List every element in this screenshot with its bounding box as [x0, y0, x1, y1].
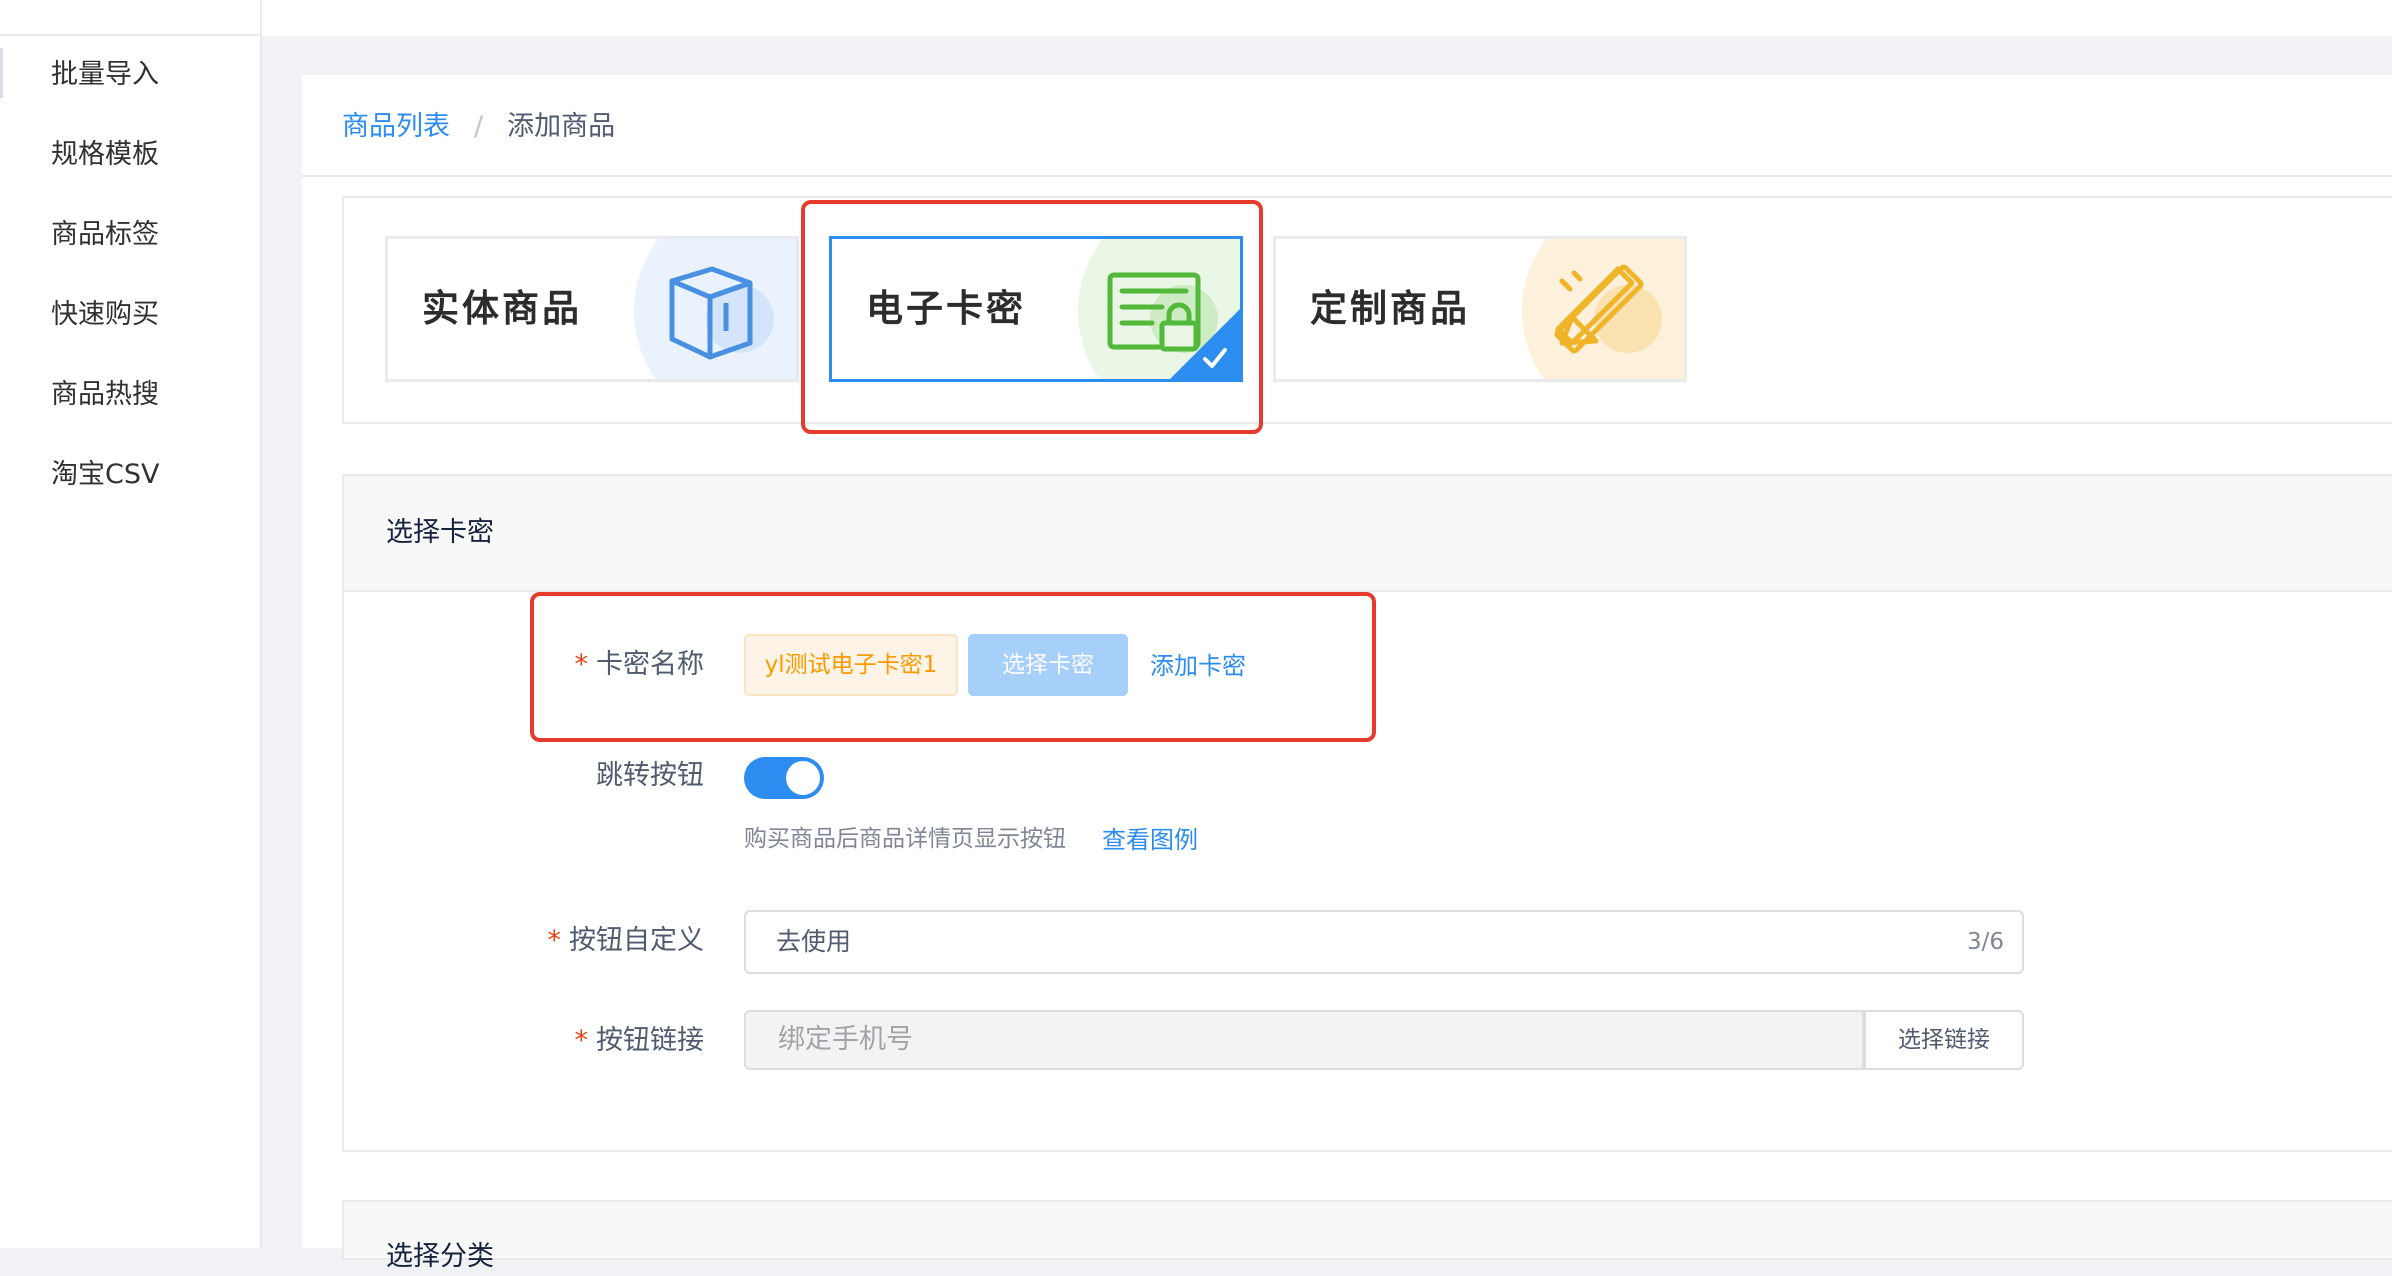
product-type-custom[interactable]: 定制商品 [1273, 236, 1687, 382]
annotation-highlight-ecard [801, 200, 1263, 434]
product-type-label: 实体商品 [422, 287, 582, 330]
section-title: 选择分类 [386, 1241, 494, 1272]
breadcrumb-separator: / [474, 111, 484, 142]
button-link-placeholder: 绑定手机号 [778, 1024, 913, 1055]
pencil-ruler-icon [1522, 239, 1684, 379]
required-mark: * [547, 925, 562, 956]
button-text-input[interactable]: 去使用 3/6 [744, 910, 2024, 974]
sidebar-item-product-tags[interactable]: 商品标签 [51, 215, 159, 255]
character-count: 3/6 [1966, 929, 2004, 955]
sidebar-item-taobao-csv[interactable]: 淘宝CSV [51, 455, 159, 495]
sidebar-item-batch-import[interactable]: 批量导入 [51, 55, 159, 95]
sidebar-divider [0, 34, 260, 36]
breadcrumb: 商品列表 / 添加商品 [342, 108, 615, 146]
sidebar-item-quick-buy[interactable]: 快速购买 [51, 295, 159, 335]
button-link-input[interactable]: 绑定手机号 [744, 1010, 1864, 1070]
box-icon [634, 239, 796, 379]
sidebar-item-hot-search[interactable]: 商品热搜 [51, 375, 159, 415]
top-bar [262, 0, 2392, 36]
product-type-label: 定制商品 [1310, 287, 1470, 330]
annotation-highlight-card-name [530, 592, 1376, 742]
required-mark: * [574, 1025, 589, 1056]
breadcrumb-current: 添加商品 [507, 111, 616, 142]
section-header: 选择卡密 [344, 476, 2392, 592]
breadcrumb-product-list[interactable]: 商品列表 [342, 111, 450, 142]
jump-button-label: 跳转按钮 [596, 760, 704, 791]
button-custom-label: * 按钮自定义 [547, 925, 705, 956]
sidebar: 批量导入 规格模板 商品标签 快速购买 商品热搜 淘宝CSV [0, 0, 262, 1248]
sidebar-item-spec-template[interactable]: 规格模板 [51, 135, 159, 175]
button-text-value: 去使用 [776, 927, 852, 956]
product-type-physical[interactable]: 实体商品 [385, 236, 799, 382]
jump-button-hint: 购买商品后商品详情页显示按钮 [744, 826, 1066, 852]
switch-knob [786, 761, 820, 795]
section-title: 选择卡密 [386, 517, 494, 548]
select-link-button[interactable]: 选择链接 [1864, 1010, 2024, 1070]
button-link-label: * 按钮链接 [574, 1025, 705, 1056]
jump-button-switch[interactable] [744, 757, 824, 799]
breadcrumb-divider [302, 175, 2392, 177]
sidebar-active-indicator [0, 48, 3, 98]
category-section: 选择分类 [342, 1200, 2392, 1272]
view-example-link[interactable]: 查看图例 [1102, 823, 1198, 857]
